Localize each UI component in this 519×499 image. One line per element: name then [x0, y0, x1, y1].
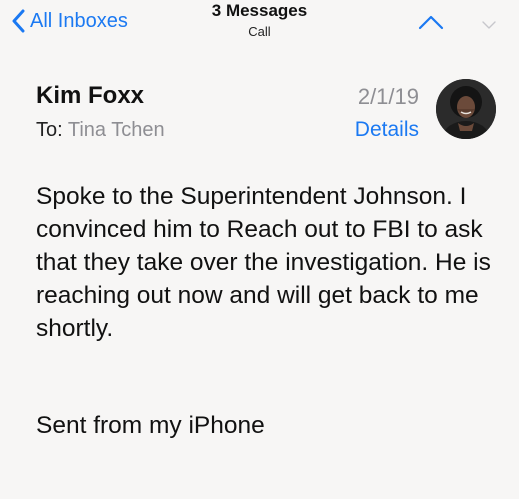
message-date: 2/1/19 — [357, 84, 419, 109]
details-link[interactable]: Details — [355, 118, 419, 142]
recipient-name: Tina Tchen — [67, 119, 165, 141]
recipient-row: To: Tina Tchen — [36, 118, 165, 142]
previous-message-button[interactable] — [416, 12, 446, 32]
sender-name: Kim Foxx — [36, 82, 145, 109]
navigation-bar: All Inboxes 3 Messages Call — [0, 0, 519, 48]
message-body: Spoke to the Superintendent Johnson. I c… — [36, 183, 491, 342]
chevron-down-icon — [482, 21, 496, 29]
message-signature: Sent from my iPhone — [36, 412, 265, 439]
sender-avatar — [436, 79, 496, 139]
to-label: To: — [36, 119, 63, 141]
chevron-up-icon — [418, 15, 444, 30]
next-message-button[interactable] — [480, 12, 498, 32]
